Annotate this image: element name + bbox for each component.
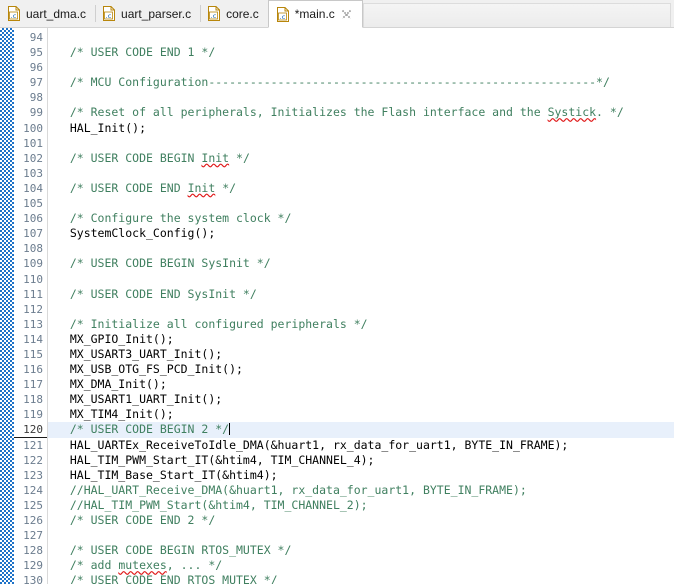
editor-tab-uartparserc[interactable]: .c uart_parser.c <box>95 0 201 27</box>
code-line[interactable] <box>48 30 674 45</box>
code-line[interactable]: /* USER CODE BEGIN SysInit */ <box>48 256 674 271</box>
c-file-icon: .c <box>7 6 21 21</box>
code-line[interactable] <box>48 90 674 105</box>
line-number: 130 <box>23 574 43 584</box>
line-number-gutter: 94 95 96 97 98 99 100 101 102 103 104 105 106 107 108 1… <box>14 28 48 584</box>
code-line[interactable] <box>48 166 674 181</box>
svg-text:.c: .c <box>11 12 17 20</box>
code-line[interactable]: /* add mutexes, ... */ <box>48 558 674 573</box>
code-line[interactable]: /* USER CODE BEGIN Init */ <box>48 151 674 166</box>
code-line[interactable]: /* USER CODE END RTOS_MUTEX */ <box>48 573 674 584</box>
line-number: 105 <box>23 197 43 211</box>
line-number: 117 <box>23 378 43 392</box>
line-number: 119 <box>23 408 43 422</box>
code-line[interactable]: MX_TIM4_Init(); <box>48 407 674 422</box>
c-file-icon: .c <box>207 6 221 21</box>
close-icon[interactable] <box>340 8 353 21</box>
line-number: 102 <box>23 151 43 165</box>
line-number: 112 <box>23 302 43 316</box>
line-number: 103 <box>23 166 43 180</box>
svg-text:.c: .c <box>211 12 217 20</box>
code-line[interactable] <box>48 136 674 151</box>
editor-tab-label: core.c <box>226 6 259 21</box>
line-number: 126 <box>23 514 43 527</box>
code-text-area[interactable]: /* USER CODE END 1 */ /* MCU Configurati… <box>48 28 674 584</box>
code-line[interactable]: /* USER CODE END SysInit */ <box>48 287 674 302</box>
code-line[interactable]: SystemClock_Config(); <box>48 226 674 241</box>
editor-tab-label: uart_parser.c <box>121 6 192 21</box>
line-number: 101 <box>23 136 43 150</box>
line-number: 96 <box>29 61 43 75</box>
code-editor[interactable]: 94 95 96 97 98 99 100 101 102 103 104 105 106 107 108 1… <box>0 28 674 584</box>
tab-bar-empty-area <box>362 3 671 27</box>
code-line[interactable] <box>48 302 674 317</box>
line-number: 100 <box>23 121 43 135</box>
code-line[interactable]: //HAL_TIM_PWM_Start(&htim4, TIM_CHANNEL_… <box>48 498 674 513</box>
code-line[interactable]: /* USER CODE END 2 */ <box>48 513 674 528</box>
line-number: 110 <box>23 272 43 286</box>
line-number: 94 <box>29 31 43 44</box>
line-number: 116 <box>23 363 43 377</box>
code-line-current[interactable]: /* USER CODE BEGIN 2 */ <box>48 422 674 438</box>
svg-text:.c: .c <box>106 12 112 20</box>
code-line[interactable]: /* MCU Configuration--------------------… <box>48 75 674 90</box>
code-line[interactable]: MX_GPIO_Init(); <box>48 332 674 347</box>
code-line[interactable]: MX_USART3_UART_Init(); <box>48 347 674 362</box>
line-number: 106 <box>23 212 43 226</box>
line-number: 97 <box>29 76 43 90</box>
line-number: 111 <box>23 287 43 301</box>
line-number: 121 <box>23 438 43 452</box>
code-line[interactable]: /* USER CODE BEGIN RTOS_MUTEX */ <box>48 543 674 558</box>
line-number: 115 <box>23 347 43 361</box>
code-line[interactable]: MX_DMA_Init(); <box>48 377 674 392</box>
code-line[interactable]: HAL_Init(); <box>48 121 674 136</box>
editor-tab-uartdmac[interactable]: .c uart_dma.c <box>0 0 96 27</box>
editor-tab-corec[interactable]: .c core.c <box>200 0 268 27</box>
line-number: 99 <box>29 106 43 120</box>
editor-tab-bar: .c uart_dma.c .c uart_parser.c .c core.c .c *ma… <box>0 0 674 28</box>
line-number: 107 <box>23 227 43 241</box>
c-file-icon: .c <box>102 6 116 21</box>
code-line[interactable]: /* USER CODE END Init */ <box>48 181 674 196</box>
line-number: 113 <box>23 317 43 331</box>
code-line[interactable]: MX_USART1_UART_Init(); <box>48 392 674 407</box>
line-number: 118 <box>23 393 43 407</box>
code-line[interactable]: HAL_TIM_PWM_Start_IT(&htim4, TIM_CHANNEL… <box>48 453 674 468</box>
code-line[interactable] <box>48 60 674 75</box>
editor-tab-label: *main.c <box>294 7 335 21</box>
line-number: 122 <box>23 453 43 467</box>
code-line[interactable]: /* USER CODE END 1 */ <box>48 45 674 60</box>
svg-text:.c: .c <box>279 13 285 21</box>
line-number: 109 <box>23 257 43 271</box>
code-line[interactable] <box>48 196 674 211</box>
line-number: 123 <box>23 468 43 482</box>
editor-tab-mainc[interactable]: .c *main.c <box>267 0 363 28</box>
code-line[interactable]: /* Reset of all peripherals, Initializes… <box>48 105 674 120</box>
code-line[interactable]: //HAL_UART_Receive_DMA(&huart1, rx_data_… <box>48 483 674 498</box>
line-number: 125 <box>23 498 43 512</box>
code-line[interactable]: HAL_UARTEx_ReceiveToIdle_DMA(&huart1, rx… <box>48 438 674 453</box>
line-number: 98 <box>29 91 43 105</box>
code-line[interactable] <box>48 528 674 543</box>
annotation-ruler[interactable] <box>0 28 14 584</box>
line-number: 127 <box>23 529 43 543</box>
code-line[interactable]: /* Initialize all configured peripherals… <box>48 317 674 332</box>
code-line[interactable] <box>48 272 674 287</box>
editor-tab-label: uart_dma.c <box>26 6 87 21</box>
code-line[interactable] <box>48 241 674 256</box>
line-number: 124 <box>23 483 43 497</box>
code-line[interactable]: MX_USB_OTG_FS_PCD_Init(); <box>48 362 674 377</box>
line-number: 108 <box>23 242 43 256</box>
c-file-icon: .c <box>276 6 290 22</box>
line-number: 104 <box>23 181 43 195</box>
line-number: 128 <box>23 544 43 558</box>
line-number: 114 <box>23 332 43 346</box>
line-number: 95 <box>29 46 43 60</box>
code-line[interactable]: HAL_TIM_Base_Start_IT(&htim4); <box>48 468 674 483</box>
line-number: 129 <box>23 559 43 573</box>
code-line[interactable]: /* Configure the system clock */ <box>48 211 674 226</box>
line-number: 120 <box>14 422 47 438</box>
